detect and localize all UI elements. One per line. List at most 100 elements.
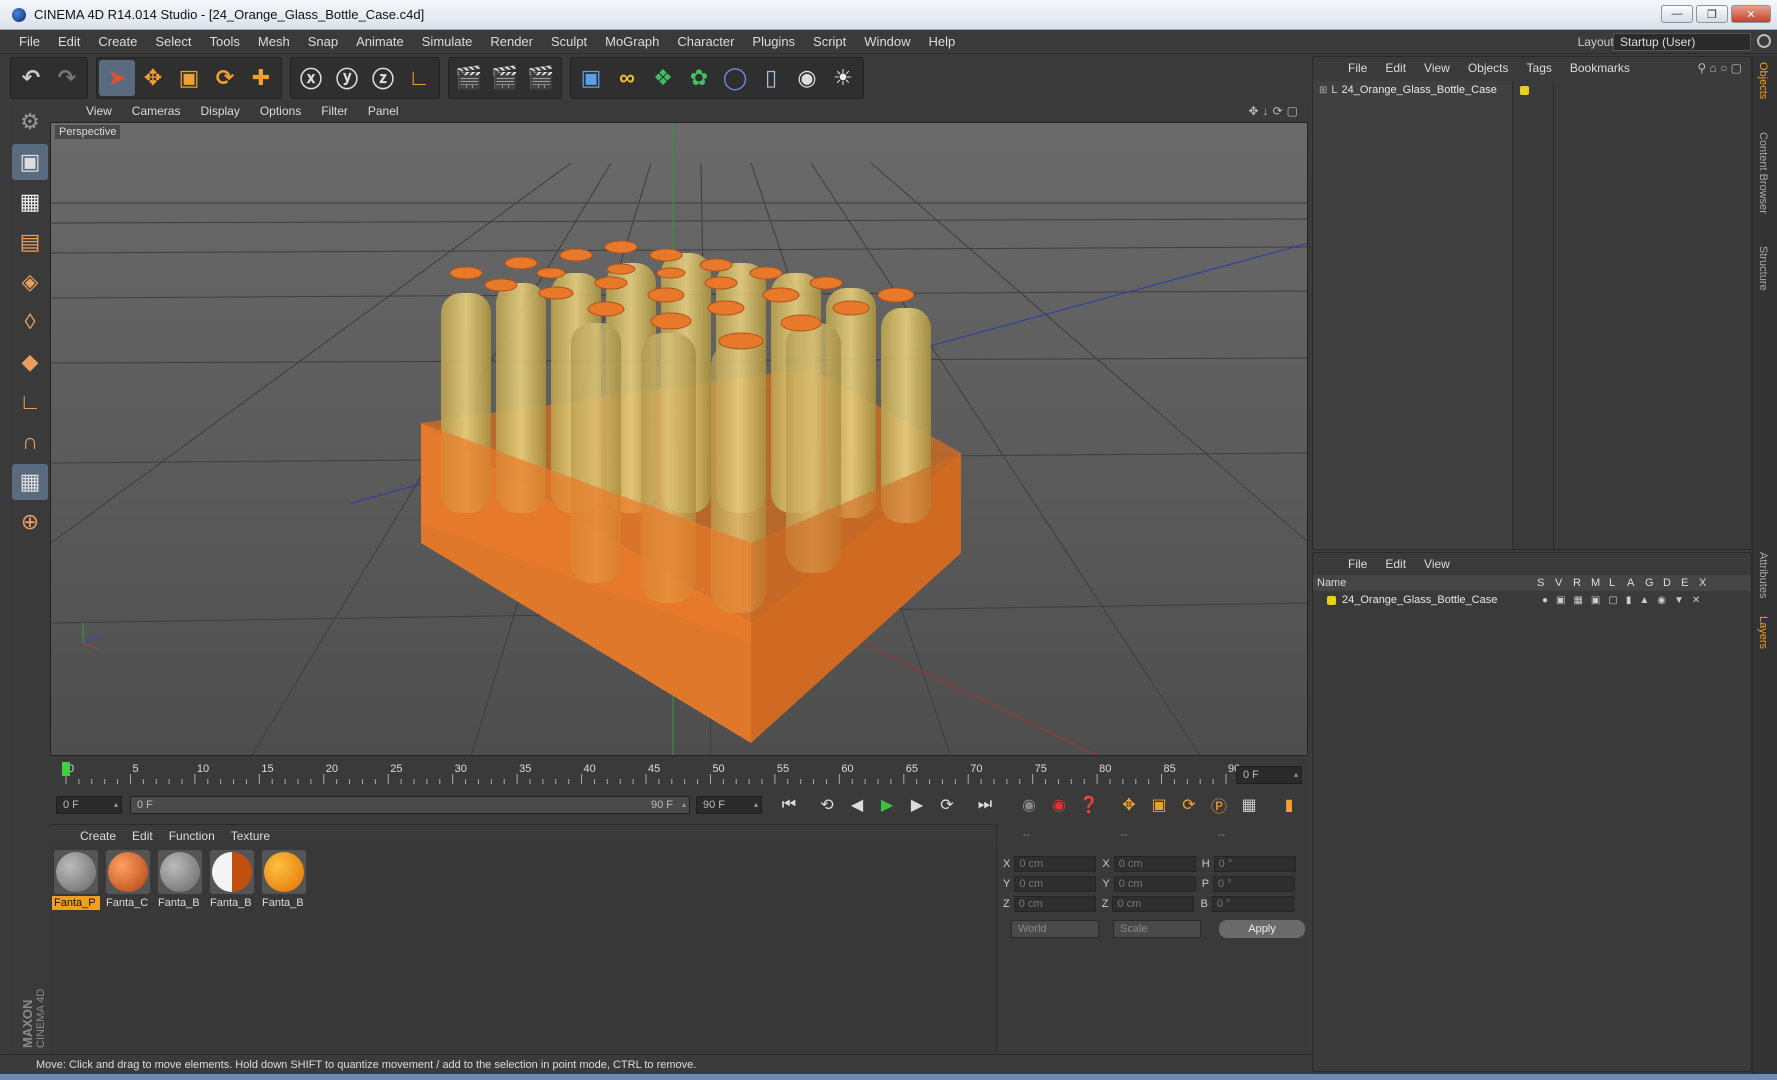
layer-name[interactable]: 24_Orange_Glass_Bottle_Case	[1342, 594, 1542, 606]
deformer-icon[interactable]: ◯	[717, 60, 753, 96]
magnet-icon[interactable]: ∩	[12, 424, 48, 460]
timeline-ruler[interactable]: 0 5 10 15 20 25 30 35 40 45 50 55 60 65 70 75 80 85 90 0 F	[50, 760, 1308, 790]
material-swatch[interactable]: Fanta_C	[104, 848, 152, 910]
layer-menu-view[interactable]: View	[1415, 557, 1459, 571]
y-axis-lock-icon[interactable]: ⓨ	[329, 60, 365, 96]
object-menu-file[interactable]: File	[1339, 61, 1376, 75]
frame-display-field[interactable]: 0 F	[1236, 766, 1302, 784]
restore-button[interactable]: ❐	[1696, 5, 1728, 23]
viewport-menu-filter[interactable]: Filter	[311, 104, 358, 118]
menu-mesh[interactable]: Mesh	[249, 34, 299, 49]
render-picture-viewer-icon[interactable]: 🎬	[487, 60, 523, 96]
menu-render[interactable]: Render	[481, 34, 542, 49]
object-row[interactable]: ⊞ L 24_Orange_Glass_Bottle_Case	[1313, 81, 1512, 99]
rotation-h-field[interactable]: 0 °	[1213, 856, 1296, 872]
menu-select[interactable]: Select	[146, 34, 200, 49]
object-menu-tags[interactable]: Tags	[1518, 61, 1561, 75]
tab-content-browser[interactable]: Content Browser	[1757, 132, 1769, 214]
layout-dropdown[interactable]: Startup (User)	[1613, 33, 1751, 51]
viewport-menu-options[interactable]: Options	[250, 104, 311, 118]
apply-button[interactable]: Apply	[1219, 920, 1305, 938]
menu-sculpt[interactable]: Sculpt	[542, 34, 596, 49]
z-axis-lock-icon[interactable]: ⓩ	[365, 60, 401, 96]
previous-key-icon[interactable]: ⟲	[814, 793, 840, 817]
menu-create[interactable]: Create	[89, 34, 146, 49]
current-frame-field[interactable]: 0 F	[56, 796, 122, 814]
go-to-start-icon[interactable]: ⏮	[776, 793, 802, 817]
material-menu-create[interactable]: Create	[72, 829, 124, 843]
material-swatch[interactable]: Fanta_P	[52, 848, 100, 910]
viewport-navigation-icons[interactable]: ✥↓⟳▢	[1249, 104, 1302, 118]
tab-structure[interactable]: Structure	[1757, 246, 1769, 291]
position-z-field[interactable]: 0 cm	[1013, 896, 1096, 912]
viewport-menu-cameras[interactable]: Cameras	[122, 104, 191, 118]
create-object-icon[interactable]: ✚	[243, 60, 279, 96]
move-tool-icon[interactable]: ✥	[135, 60, 171, 96]
expand-icon[interactable]: ⊞	[1319, 85, 1327, 96]
render-view-icon[interactable]: 🎬	[451, 60, 487, 96]
size-mode-dropdown[interactable]: Scale	[1113, 920, 1201, 938]
coordinate-mode-dropdown[interactable]: World	[1011, 920, 1099, 938]
size-z-field[interactable]: 0 cm	[1112, 896, 1195, 912]
menu-file[interactable]: File	[10, 34, 49, 49]
cube-primitive-icon[interactable]: ▣	[573, 60, 609, 96]
record-active-icon[interactable]: ◉	[1016, 793, 1042, 817]
spline-icon[interactable]: ∞	[609, 60, 645, 96]
layer-row[interactable]: 24_Orange_Glass_Bottle_Case ●▣▦▣▢▮▲◉▼✕	[1313, 591, 1751, 609]
render-settings-icon[interactable]: 🎬	[523, 60, 559, 96]
autokey-icon[interactable]: ◉	[1046, 793, 1072, 817]
go-to-end-icon[interactable]: ⏭	[972, 793, 998, 817]
size-y-field[interactable]: 0 cm	[1113, 876, 1196, 892]
next-key-icon[interactable]: ⟳	[934, 793, 960, 817]
object-menu-view[interactable]: View	[1415, 61, 1459, 75]
viewport-menu-panel[interactable]: Panel	[358, 104, 409, 118]
object-manager-search-icon[interactable]: ⚲ ⌂ ○ ▢	[1688, 61, 1751, 75]
material-swatch[interactable]: Fanta_B	[156, 848, 204, 910]
position-y-field[interactable]: 0 cm	[1014, 876, 1097, 892]
perspective-viewport[interactable]: Perspective	[50, 122, 1308, 756]
coordinate-system-icon[interactable]: ∟	[401, 60, 437, 96]
layer-color-tag[interactable]	[1513, 81, 1535, 99]
object-menu-edit[interactable]: Edit	[1376, 61, 1415, 75]
layer-color-swatch[interactable]	[1327, 595, 1336, 605]
make-editable-icon[interactable]: ⚙	[12, 104, 48, 140]
material-swatch[interactable]: Fanta_B	[208, 848, 256, 910]
playhead[interactable]	[62, 762, 70, 776]
redo-icon[interactable]: ↷	[49, 60, 85, 96]
menu-window[interactable]: Window	[855, 34, 919, 49]
menu-animate[interactable]: Animate	[347, 34, 413, 49]
menu-plugins[interactable]: Plugins	[743, 34, 804, 49]
menu-tools[interactable]: Tools	[201, 34, 249, 49]
object-menu-objects[interactable]: Objects	[1459, 61, 1518, 75]
end-frame-field[interactable]: 90 F	[696, 796, 762, 814]
edges-mode-icon[interactable]: ◊	[12, 304, 48, 340]
layer-flag-icons[interactable]: ●▣▦▣▢▮▲◉▼✕	[1542, 595, 1708, 606]
menu-help[interactable]: Help	[920, 34, 965, 49]
object-name[interactable]: 24_Orange_Glass_Bottle_Case	[1342, 84, 1497, 96]
preview-range-slider[interactable]: 0 F 90 F	[130, 796, 690, 814]
menu-edit[interactable]: Edit	[49, 34, 89, 49]
rotation-p-field[interactable]: 0 °	[1213, 876, 1296, 892]
light-icon[interactable]: ☀	[825, 60, 861, 96]
material-menu-texture[interactable]: Texture	[223, 829, 278, 843]
menu-script[interactable]: Script	[804, 34, 855, 49]
workplane-mode-icon[interactable]: ▤	[12, 224, 48, 260]
next-frame-icon[interactable]: ▶	[904, 793, 930, 817]
live-selection-icon[interactable]: ➤	[99, 60, 135, 96]
key-scale-icon[interactable]: ▣	[1146, 793, 1172, 817]
texture-mode-icon[interactable]: ▦	[12, 184, 48, 220]
menu-snap[interactable]: Snap	[299, 34, 347, 49]
model-mode-icon[interactable]: ▣	[12, 144, 48, 180]
tab-attributes[interactable]: Attributes	[1757, 552, 1769, 598]
keyframe-selection-icon[interactable]: ❓	[1076, 793, 1102, 817]
key-parameter-icon[interactable]: Ⓟ	[1206, 793, 1232, 817]
points-mode-icon[interactable]: ◈	[12, 264, 48, 300]
minimize-button[interactable]: —	[1661, 5, 1693, 23]
x-axis-lock-icon[interactable]: ⓧ	[293, 60, 329, 96]
workplane-lock-icon[interactable]: ▦	[12, 464, 48, 500]
play-icon[interactable]: ▶	[874, 793, 900, 817]
layer-menu-edit[interactable]: Edit	[1376, 557, 1415, 571]
polygons-mode-icon[interactable]: ◆	[12, 344, 48, 380]
position-x-field[interactable]: 0 cm	[1014, 856, 1097, 872]
rotate-tool-icon[interactable]: ⟳	[207, 60, 243, 96]
